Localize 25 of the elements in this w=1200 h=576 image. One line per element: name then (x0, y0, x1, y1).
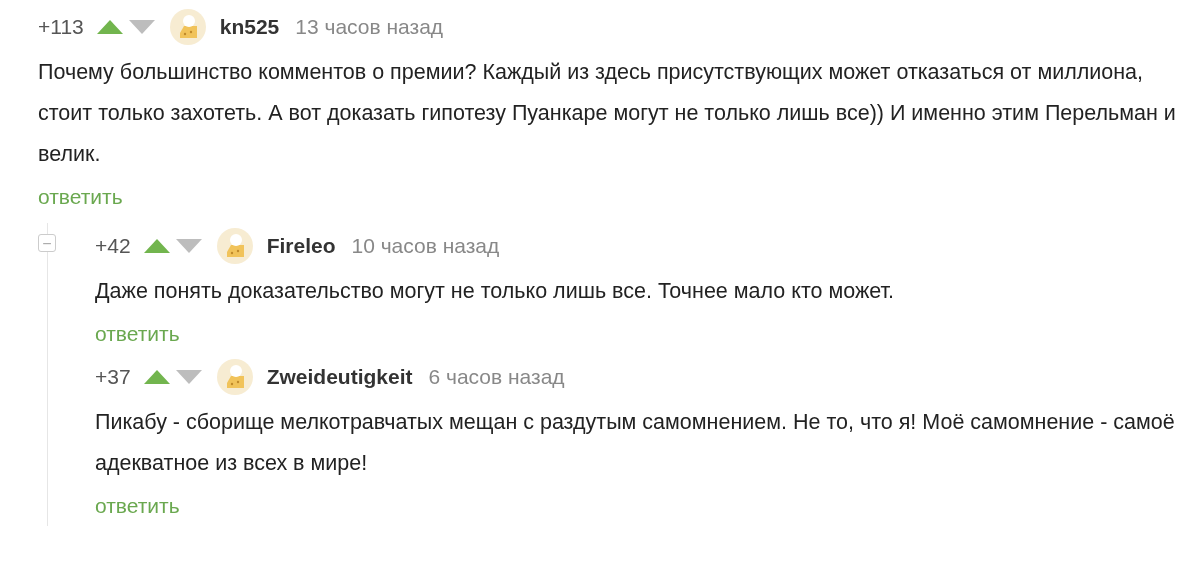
username[interactable]: kn525 (219, 15, 280, 39)
comment-text: Почему большинство комментов о премии? Каждый из здесь присутствующих может отказаться от миллиона, стоит только захотеть. А вот доказать гипотезу Пуанкаре могут не только лишь все)) И именно этим Перельман и велик. (38, 59, 1177, 168)
upvote-icon[interactable] (142, 369, 171, 385)
comment-text: Даже понять доказательство могут не только лишь все. Точнее мало кто может. (95, 278, 895, 305)
rating: +113 (38, 15, 84, 39)
upvote-icon[interactable] (95, 19, 124, 35)
rating: +37 (95, 365, 131, 389)
upvote-icon[interactable] (142, 238, 171, 254)
username[interactable]: Zweideutigkeit (266, 365, 413, 389)
username[interactable]: Fireleo (266, 234, 336, 258)
avatar-icon[interactable] (169, 9, 206, 45)
rating: +42 (95, 234, 131, 258)
comment-text: Пикабу - сборище мелкотравчатых мещан с раздутым самомнением. Не то, что я! Моё самомнение - самоё адекватное из всех в мире! (95, 409, 1176, 477)
avatar-icon[interactable] (216, 359, 253, 395)
downvote-icon[interactable] (174, 369, 203, 385)
timestamp: 10 часов назад (351, 234, 500, 258)
downvote-icon[interactable] (174, 238, 203, 254)
timestamp: 6 часов назад (428, 365, 565, 389)
reply-link[interactable]: ответить (95, 314, 180, 354)
downvote-icon[interactable] (127, 19, 156, 35)
avatar-icon[interactable] (216, 228, 253, 264)
reply-link[interactable]: ответить (38, 177, 123, 217)
reply-link[interactable]: ответить (95, 486, 180, 526)
collapse-button[interactable]: − (38, 234, 56, 252)
timestamp: 13 часов назад (295, 15, 444, 39)
